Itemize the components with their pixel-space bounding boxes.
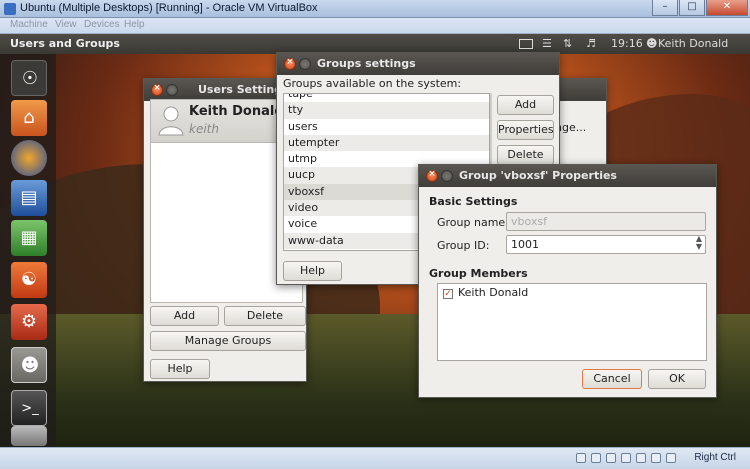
menu-help[interactable]: Help <box>124 19 145 30</box>
group-name-label: Group name: <box>437 216 509 229</box>
shared-folders-status-icon[interactable] <box>621 453 631 463</box>
hard-drive-icon[interactable] <box>11 426 47 446</box>
group-id-stepper[interactable]: 1001 ▲ ▼ <box>506 235 706 254</box>
groups-settings-title: Groups settings <box>317 57 416 70</box>
list-item[interactable]: users <box>284 119 489 135</box>
network-status-icon[interactable] <box>636 453 646 463</box>
help-button[interactable]: Help <box>283 261 342 281</box>
transfer-icon[interactable]: ⇅ <box>563 37 572 50</box>
close-icon[interactable]: × <box>151 83 163 96</box>
help-button[interactable]: Help <box>150 359 210 379</box>
list-item[interactable]: tty <box>284 102 489 119</box>
host-menubar: Machine View Devices Help <box>0 18 750 34</box>
group-properties-titlebar: × Group 'vboxsf' Properties <box>419 165 716 187</box>
user-login-name: keith <box>189 122 219 136</box>
groups-available-label: Groups available on the system: <box>283 77 462 90</box>
host-titlebar: Ubuntu (Multiple Desktops) [Running] - O… <box>0 0 750 18</box>
groups-settings-titlebar: × Groups settings <box>277 53 559 75</box>
unity-launcher: ☉ ⌂ ▤ ▦ ☯ ⚙ ☻ >_ <box>0 54 56 447</box>
list-item[interactable]: tape <box>284 94 489 102</box>
ubuntu-top-panel: Users and Groups ☰ ⇅ ♬ 19:16 ☻ Keith Don… <box>0 34 750 54</box>
maximize-button[interactable]: □ <box>679 0 705 16</box>
host-status-bar: Right Ctrl <box>0 447 750 469</box>
group-members-list[interactable]: ✓ Keith Donald <box>437 283 707 361</box>
list-item[interactable]: utempter <box>284 134 489 152</box>
panel-user-name[interactable]: Keith Donald <box>658 37 728 50</box>
mail-icon[interactable] <box>519 39 533 49</box>
member-name: Keith Donald <box>458 286 529 299</box>
group-members-heading: Group Members <box>429 267 528 280</box>
menu-devices[interactable]: Devices <box>84 19 120 30</box>
menu-machine[interactable]: Machine <box>10 19 48 30</box>
properties-button[interactable]: Properties <box>497 120 554 140</box>
ubuntu-logo-icon[interactable]: ☉ <box>11 60 47 96</box>
close-icon[interactable]: × <box>284 57 296 70</box>
optical-drive-status-icon[interactable] <box>591 453 601 463</box>
virtualbox-icon <box>4 3 16 15</box>
panel-clock[interactable]: 19:16 <box>611 37 643 50</box>
users-groups-icon[interactable]: ☻ <box>11 347 47 383</box>
user-icon[interactable]: ☻ <box>646 37 657 50</box>
user-full-name: Keith Donald <box>189 104 284 119</box>
ok-button[interactable]: OK <box>648 369 706 389</box>
usb-status-icon[interactable] <box>606 453 616 463</box>
firefox-icon[interactable] <box>11 140 47 176</box>
panel-app-title: Users and Groups <box>10 37 120 50</box>
writer-icon[interactable]: ▤ <box>11 180 47 216</box>
basic-settings-heading: Basic Settings <box>429 195 518 208</box>
mouse-integration-icon[interactable] <box>651 453 661 463</box>
network-icon[interactable]: ☰ <box>542 37 552 50</box>
group-properties-dialog: × Group 'vboxsf' Properties Basic Settin… <box>418 164 717 398</box>
hard-disk-status-icon[interactable] <box>576 453 586 463</box>
host-key-label: Right Ctrl <box>694 452 736 463</box>
group-properties-title: Group 'vboxsf' Properties <box>459 169 617 182</box>
close-icon[interactable]: × <box>426 169 438 182</box>
menu-view[interactable]: View <box>55 19 77 30</box>
keyboard-capture-icon[interactable] <box>666 453 676 463</box>
member-checkbox[interactable]: ✓ <box>443 289 453 299</box>
close-button[interactable]: ✕ <box>706 0 748 16</box>
group-id-value: 1001 <box>511 238 539 251</box>
minimize-icon[interactable] <box>299 58 311 70</box>
calc-icon[interactable]: ▦ <box>11 220 47 256</box>
terminal-icon[interactable]: >_ <box>11 390 47 426</box>
minimize-button[interactable]: – <box>652 0 678 16</box>
host-window-buttons: – □ ✕ <box>651 0 748 16</box>
group-id-label: Group ID: <box>437 239 490 252</box>
home-folder-icon[interactable]: ⌂ <box>11 100 47 136</box>
delete-group-button[interactable]: Delete <box>497 145 554 165</box>
software-center-icon[interactable]: ☯ <box>11 262 47 298</box>
host-window-title: Ubuntu (Multiple Desktops) [Running] - O… <box>20 2 318 14</box>
add-user-button[interactable]: Add <box>150 306 219 326</box>
volume-icon[interactable]: ♬ <box>586 37 596 50</box>
minimize-icon[interactable] <box>441 170 453 182</box>
system-settings-icon[interactable]: ⚙ <box>11 304 47 340</box>
manage-groups-button[interactable]: Manage Groups <box>150 331 306 351</box>
spin-arrows-icon[interactable]: ▲ ▼ <box>696 235 702 251</box>
add-group-button[interactable]: Add <box>497 95 554 115</box>
group-name-field: vboxsf <box>506 212 706 231</box>
avatar <box>158 106 184 136</box>
minimize-icon[interactable] <box>166 84 178 96</box>
delete-user-button[interactable]: Delete <box>224 306 306 326</box>
cancel-button[interactable]: Cancel <box>582 369 642 389</box>
